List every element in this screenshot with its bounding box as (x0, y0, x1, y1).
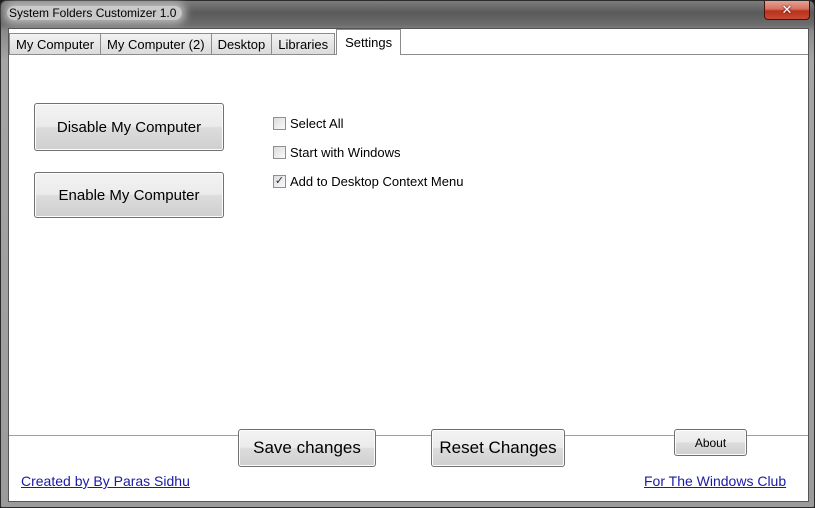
client-area: My Computer My Computer (2) Desktop Libr… (8, 28, 809, 502)
about-button[interactable]: About (674, 429, 747, 456)
tab-my-computer[interactable]: My Computer (9, 33, 102, 55)
context-menu-label: Add to Desktop Context Menu (290, 174, 464, 189)
disable-my-computer-label: Disable My Computer (56, 118, 202, 136)
start-with-windows-checkbox[interactable] (273, 146, 286, 159)
tab-strip: My Computer My Computer (2) Desktop Libr… (9, 29, 402, 55)
select-all-checkbox[interactable] (273, 117, 286, 130)
settings-panel: Disable My Computer Enable My Computer S… (9, 54, 808, 436)
tab-my-computer-2[interactable]: My Computer (2) (100, 33, 212, 55)
close-icon: ✕ (781, 2, 793, 18)
save-changes-button[interactable]: Save changes (238, 429, 376, 467)
enable-my-computer-label: Enable My Computer (58, 186, 200, 204)
title-bar[interactable]: System Folders Customizer 1.0 ✕ (1, 1, 814, 27)
app-window: System Folders Customizer 1.0 ✕ My Compu… (0, 0, 815, 508)
window-title: System Folders Customizer 1.0 (7, 6, 183, 20)
checkmark-icon: ✓ (274, 175, 285, 187)
context-menu-checkbox[interactable]: ✓ (273, 175, 286, 188)
select-all-option[interactable]: Select All (273, 116, 343, 131)
start-with-windows-label: Start with Windows (290, 145, 401, 160)
disable-my-computer-button[interactable]: Disable My Computer (34, 103, 224, 151)
start-with-windows-option[interactable]: Start with Windows (273, 145, 401, 160)
credit-link[interactable]: Created by By Paras Sidhu (21, 473, 190, 489)
save-changes-label: Save changes (253, 438, 361, 457)
tab-libraries[interactable]: Libraries (271, 33, 336, 55)
enable-my-computer-button[interactable]: Enable My Computer (34, 172, 224, 218)
tab-desktop[interactable]: Desktop (210, 33, 273, 55)
tab-settings[interactable]: Settings (336, 29, 402, 55)
reset-changes-label: Reset Changes (439, 438, 557, 457)
about-label: About (694, 435, 727, 450)
windows-club-link[interactable]: For The Windows Club (644, 473, 786, 489)
context-menu-option[interactable]: ✓ Add to Desktop Context Menu (273, 174, 463, 189)
close-button[interactable]: ✕ (764, 1, 810, 20)
reset-changes-button[interactable]: Reset Changes (431, 429, 565, 467)
select-all-label: Select All (290, 116, 344, 131)
